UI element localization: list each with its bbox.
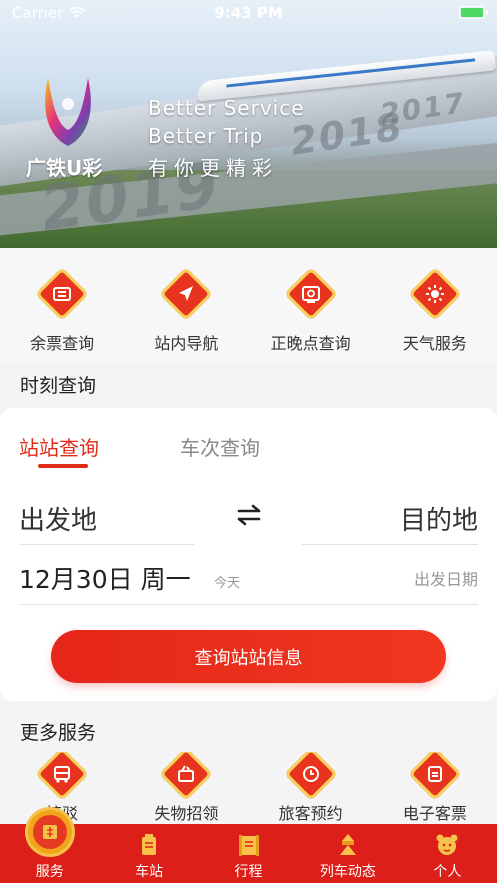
arrival-station-field[interactable]: 目的地 <box>400 500 478 537</box>
weather-icon <box>407 266 463 322</box>
more-service-label: 电子客票 <box>402 804 467 823</box>
delay-query-icon <box>283 266 339 322</box>
tab-service[interactable]: 服务 <box>0 810 99 883</box>
battery-icon <box>459 6 488 19</box>
e-ticket-icon <box>407 752 463 801</box>
navigation-icon <box>158 266 214 322</box>
tab-label: 个人 <box>433 864 462 880</box>
app-screen: 2019 2018 2017 广铁U彩 Better Service Bette… <box>0 0 497 883</box>
tab-label: 车站 <box>135 864 164 880</box>
tab-train-number[interactable]: 车次查询 <box>180 432 260 461</box>
slogan-line: Better Trip <box>148 124 264 148</box>
schedule-section-title: 时刻查询 <box>20 375 97 397</box>
ticket-icon <box>34 266 90 322</box>
divider <box>19 604 478 605</box>
more-service-lost-found[interactable]: 失物招领 <box>124 752 248 824</box>
tab-label: 列车动态 <box>319 864 376 880</box>
quick-service-remaining-tickets[interactable]: 余票查询 <box>0 248 124 362</box>
quick-service-label: 正晚点查询 <box>270 334 351 353</box>
service-icon <box>28 810 72 854</box>
active-tab-indicator <box>38 464 88 468</box>
more-services: 接驳 失物招领 旅客预约 电子客票 <box>0 752 497 824</box>
tab-profile[interactable]: 个人 <box>398 824 497 883</box>
departure-station-field[interactable]: 出发地 <box>19 500 97 537</box>
tab-itinerary[interactable]: 行程 <box>199 824 298 883</box>
divider <box>302 544 478 545</box>
itinerary-icon <box>238 835 259 856</box>
tab-station-to-station[interactable]: 站站查询 <box>19 432 99 461</box>
train-status-icon <box>339 834 356 855</box>
clock: 9:43 PM <box>214 4 283 22</box>
more-service-label: 失物招领 <box>154 804 219 823</box>
search-button[interactable]: 查询站站信息 <box>51 630 446 683</box>
banner[interactable]: 2019 2018 2017 广铁U彩 Better Service Bette… <box>0 0 497 248</box>
bus-icon <box>34 752 90 801</box>
quick-service-label: 站内导航 <box>154 334 219 353</box>
quick-service-label: 天气服务 <box>402 334 467 353</box>
lost-found-icon <box>158 752 214 801</box>
quick-service-station-navigation[interactable]: 站内导航 <box>124 248 248 362</box>
tab-station[interactable]: 车站 <box>99 824 198 883</box>
slogan-line: Better Service <box>148 96 305 120</box>
swap-stations-icon[interactable] <box>233 500 265 530</box>
more-services-title: 更多服务 <box>20 722 97 744</box>
quick-service-weather[interactable]: 天气服务 <box>373 248 497 362</box>
departure-date-label: 出发日期 <box>413 570 478 589</box>
tab-label: 行程 <box>234 864 263 880</box>
more-service-label: 旅客预约 <box>278 804 343 823</box>
tab-train-status[interactable]: 列车动态 <box>298 824 397 883</box>
slogan-line: 有你更精彩 <box>148 156 278 180</box>
profile-icon <box>436 834 458 855</box>
quick-services: 余票查询 站内导航 正晚点查询 天气服务 <box>0 248 497 362</box>
clock-icon <box>283 752 339 801</box>
departure-date-value[interactable]: 12月30日 周一 <box>19 560 191 596</box>
station-icon <box>142 834 157 855</box>
brand-logo-icon <box>45 78 91 146</box>
status-bar: Carrier 9:43 PM <box>0 0 497 26</box>
brand-name: 广铁U彩 <box>26 156 103 180</box>
today-tag: 今天 <box>214 576 241 591</box>
more-service-e-ticket[interactable]: 电子客票 <box>373 752 497 824</box>
quick-service-label: 余票查询 <box>30 334 95 353</box>
more-service-reservation[interactable]: 旅客预约 <box>249 752 373 824</box>
quick-service-delay-query[interactable]: 正晚点查询 <box>249 248 373 362</box>
schedule-search-card: 站站查询 车次查询 出发地 目的地 12月30日 周一 今天 出发日期 查询站站… <box>0 408 497 701</box>
tab-label: 服务 <box>35 864 64 880</box>
bottom-tab-bar: 服务 车站 行程 列车动态 个人 <box>0 810 497 883</box>
divider <box>19 544 194 545</box>
